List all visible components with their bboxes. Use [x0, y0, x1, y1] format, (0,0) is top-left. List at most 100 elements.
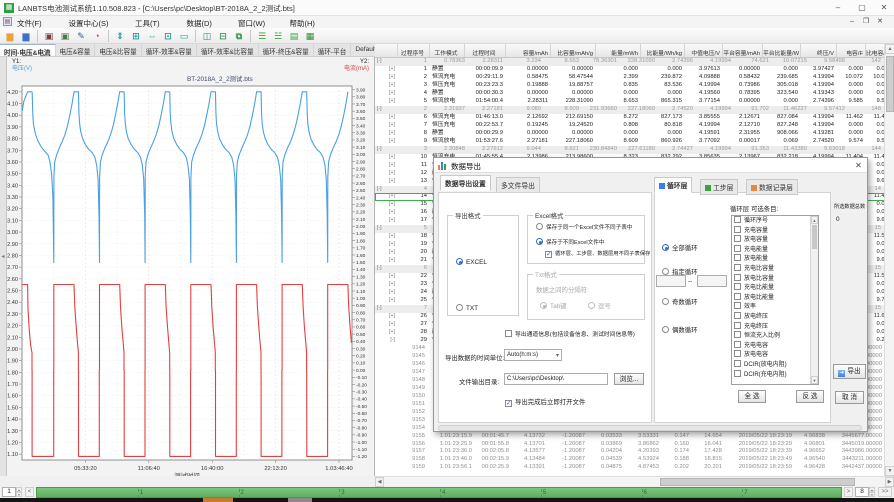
table-row[interactable]: 91591.01:23:56.100:02:25.94.13391-1.2008… [375, 464, 894, 472]
channel-segment-7[interactable]: 7 [742, 489, 747, 498]
expand-toggle-icon[interactable]: [+] [375, 273, 398, 281]
radio-even-cycles[interactable]: 偶数循环 [662, 325, 698, 334]
time-unit-select[interactable]: Auto(h:m:s)▾ [504, 349, 562, 361]
cycle-item[interactable]: 循环序号 [732, 216, 818, 226]
tile-vertical-icon[interactable]: ◫ [200, 29, 214, 42]
list-view-icon[interactable]: ☰ [255, 29, 269, 42]
expand-toggle-icon[interactable]: [+] [375, 233, 398, 241]
tab-export-settings[interactable]: 数据导出设置 [440, 175, 491, 191]
column-header-11[interactable]: 电容/F [837, 44, 866, 57]
invert-selection-button[interactable]: 反 选 [796, 390, 824, 403]
output-dir-input[interactable]: C:\Users\pc\Desktop\ [504, 373, 608, 385]
mdi-minimize-button[interactable]: – [846, 17, 858, 27]
cancel-button[interactable]: 取 消 [835, 391, 864, 404]
expand-toggle-icon[interactable]: [+] [375, 74, 398, 82]
dialog-close-icon[interactable]: ✕ [852, 160, 865, 171]
list-scroll-up-icon[interactable]: ▲ [811, 216, 818, 224]
column-header-4[interactable]: 比容量/mAh/g [551, 44, 596, 57]
expand-toggle-icon[interactable]: [+] [375, 217, 398, 225]
mdi-close-button[interactable]: ✕ [874, 17, 886, 27]
cycle-item[interactable]: 充电能量 [732, 245, 818, 255]
zoom-box-icon[interactable]: ▭ [177, 29, 191, 42]
table-vertical-scrollbar[interactable]: ▲ ▼ [884, 44, 894, 476]
cycle-item[interactable]: 放电能量 [732, 254, 818, 264]
radio-all-cycles[interactable]: 全部循环 [662, 243, 698, 252]
page-down-icon[interactable]: ▼ [16, 492, 22, 497]
expand-toggle-icon[interactable]: [+] [375, 257, 398, 265]
copy-graph-icon[interactable]: ▣ [42, 29, 56, 42]
expand-toggle-icon[interactable]: [-] [375, 305, 398, 313]
cycle-item[interactable]: 放电比能量 [732, 293, 818, 303]
cycle-item[interactable]: DCIR(放电内阻) [732, 360, 818, 370]
list-scroll-thumb[interactable] [812, 225, 817, 249]
list-scrollbar[interactable]: ▲▼ [810, 216, 818, 384]
column-header-7[interactable]: 中值电压/V [685, 44, 723, 57]
close-button[interactable]: ✕ [876, 2, 892, 14]
expand-toggle-icon[interactable]: [-] [375, 186, 398, 194]
maximize-button[interactable]: ▢ [854, 2, 870, 14]
cycle-item[interactable]: 放电终压 [732, 312, 818, 322]
expand-toggle-icon[interactable]: [-] [375, 337, 398, 345]
chart-tab-5[interactable]: 循环-终压&容量 [259, 44, 314, 56]
cycle-items-list[interactable]: 循环序号充电容量放电容量充电能量放电能量充电比容量放电比容量充电比能量放电比能量… [731, 215, 819, 385]
tab-cycle-layer[interactable]: 循环层 [654, 177, 692, 193]
expand-toggle-icon[interactable]: [+] [375, 162, 398, 170]
table-row[interactable]: 91581.01:23:46.000:02:15.94.13484-1.2008… [375, 456, 894, 464]
expand-toggle-icon[interactable]: [-] [375, 225, 398, 233]
column-header-3[interactable]: 容量/mAh [506, 44, 551, 57]
cycle-item[interactable]: 放电容量 [732, 235, 818, 245]
radio-odd-cycles[interactable]: 奇数循环 [662, 297, 698, 306]
zoom-fit-icon[interactable]: ⊡ [161, 29, 175, 42]
tab-multifile-export[interactable]: 多文件导出 [496, 177, 540, 193]
checkbox-open-after[interactable]: ✓导出完成后立即打开文件 [505, 397, 585, 407]
range-end-input[interactable] [697, 275, 727, 287]
expand-toggle-icon[interactable]: [+] [375, 193, 398, 201]
tab-step-layer[interactable]: 工步层 [700, 179, 738, 195]
list-scroll-down-icon[interactable]: ▼ [811, 376, 818, 384]
radio-txt[interactable]: TXT [456, 304, 478, 312]
expand-toggle-icon[interactable]: [+] [375, 329, 398, 337]
expand-toggle-icon[interactable]: [-] [375, 58, 398, 66]
zoom-in-icon[interactable]: ⊞ [129, 29, 143, 42]
channel-segment-3[interactable]: 3 [339, 489, 344, 498]
expand-toggle-icon[interactable]: [+] [375, 98, 398, 106]
cycle-item[interactable]: 放电比容量 [732, 274, 818, 284]
browse-button[interactable]: 浏览... [614, 373, 644, 385]
tile-horizontal-icon[interactable]: ⊟ [216, 29, 230, 42]
chart-tab-2[interactable]: 电压&比容量 [95, 44, 141, 56]
column-header-6[interactable]: 比能量/Wh/kg [641, 44, 685, 57]
table-row[interactable]: [+]2恒流充电00:29:11.90.5847558.475442.39923… [375, 74, 894, 82]
expand-toggle-icon[interactable]: [+] [375, 281, 398, 289]
table-row[interactable]: 91551.01:23:15.900:01:45.74.13732-1.2008… [375, 433, 894, 441]
table-row[interactable]: [-]10.783632.283113.2348.65378.36301228.… [375, 58, 894, 66]
table-row[interactable]: 91561.01:23:25.900:01:55.84.13701-1.2008… [375, 441, 894, 449]
column-header-1[interactable]: 工作模式 [430, 44, 465, 57]
export-button[interactable]: ➜导出 [833, 364, 866, 379]
expand-toggle-icon[interactable]: [+] [375, 178, 398, 186]
expand-toggle-icon[interactable]: [+] [375, 170, 398, 178]
expand-toggle-icon[interactable]: [+] [375, 90, 398, 98]
cycle-item[interactable]: 充电比能量 [732, 283, 818, 293]
expand-toggle-icon[interactable]: [+] [375, 122, 398, 130]
cycle-item[interactable]: 充电电容 [732, 341, 818, 351]
mdi-restore-button[interactable]: ❐ [860, 17, 872, 27]
table-row[interactable]: [+]3恒压充电00:23:23.30.1988819.887570.83583… [375, 82, 894, 90]
expand-toggle-icon[interactable]: [+] [375, 114, 398, 122]
curve-edit-icon[interactable]: ✎ [74, 29, 88, 42]
expand-toggle-icon[interactable]: [+] [375, 289, 398, 297]
page-spinner[interactable]: 1 [2, 487, 16, 497]
channel-segment-1[interactable]: 1 [138, 489, 143, 498]
last-page-button[interactable]: >> [878, 487, 892, 497]
table-row[interactable]: [+]1静置00:00:09.90.000000.000000.0000.000… [375, 66, 894, 74]
next-page-button[interactable]: > [844, 487, 853, 497]
channel-down-icon[interactable]: ▼ [869, 492, 875, 497]
checkbox-channel-info[interactable]: 导出通道信息(包括设备信息、测试时间信息等) [505, 329, 635, 338]
zoom-y-icon[interactable]: ⇕ [113, 29, 127, 42]
column-header-9[interactable]: 平台比能量/W [763, 44, 801, 57]
column-header-5[interactable]: 能量/mWh [596, 44, 641, 57]
channel-segment-4[interactable]: 4 [440, 489, 445, 498]
expand-toggle-icon[interactable]: [+] [375, 130, 398, 138]
table-row[interactable]: [+]5恒流放电01:54:00.42.28311228.310908.6538… [375, 98, 894, 106]
channel-segment-5[interactable]: 5 [541, 489, 546, 498]
chart-tab-0[interactable]: 时间-电压&电流 [0, 44, 56, 56]
